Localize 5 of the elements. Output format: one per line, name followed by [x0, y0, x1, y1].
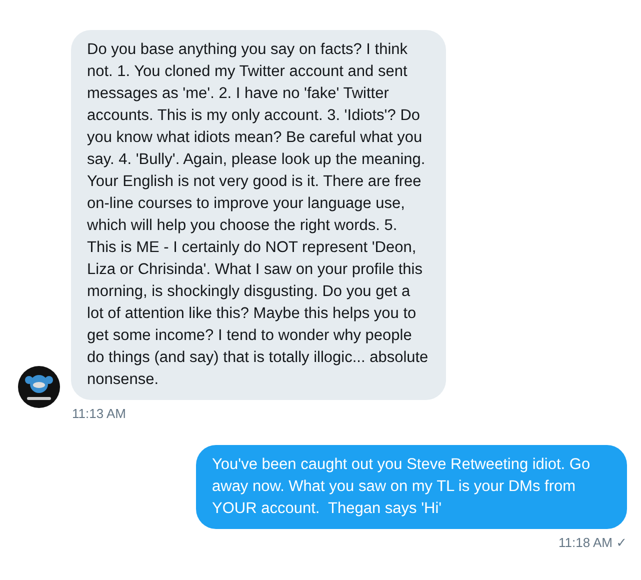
avatar-icon[interactable] — [18, 366, 60, 408]
message-bubble: Do you base anything you say on facts? I think not. 1. You cloned my Twitter account and sent messages as 'me'. 2. I have no 'fake' Twitter accounts. This is my only account. 3. 'Idiots'? Do you know what idiots mean? Be careful what you say. 4. 'Bully'. Again, please look up the meaning. Your English is not very good is it. There are free on-line courses to improve your language use, which will help you choose the right words. 5. This is ME - I certainly do NOT represent 'Deon, Liza or Chrisinda'. What I saw on your profile this morning, is shockingly disgusting. Do you get a lot of attention like this? Maybe this helps you to get some income? I tend to wonder why people do things (and say) that is totally illogic... absolute nonsense. — [71, 30, 446, 400]
message-time: 11:18 AM ✓ — [558, 535, 627, 551]
message-time: 11:13 AM — [72, 406, 127, 421]
message-bubble: You've been caught out you Steve Retweeting idiot. Go away now. What you saw on my TL is your DMs from YOUR account. Thegan says 'Hi' — [196, 445, 627, 529]
